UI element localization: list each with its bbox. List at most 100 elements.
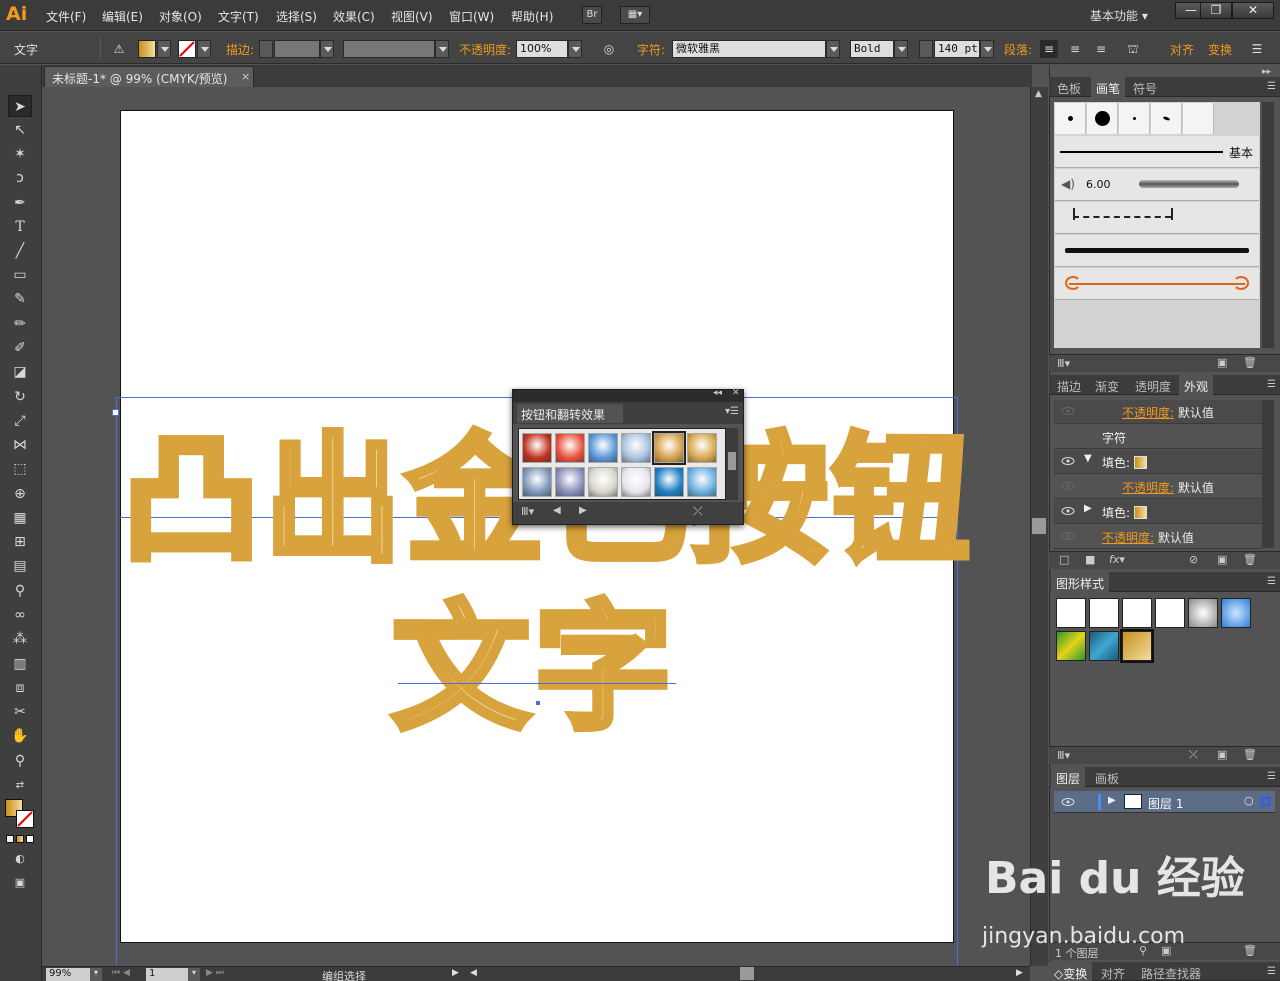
line-tool-icon[interactable]: ╱ [8, 240, 32, 262]
panel-titlebar[interactable]: ◂◂ ✕ [513, 388, 743, 402]
paragraph-label[interactable]: 段落: [1004, 41, 1032, 58]
color-mode-button[interactable] [6, 835, 14, 843]
scroll-right-icon[interactable]: ▶ [1016, 968, 1023, 978]
artboard-number-field[interactable]: 1 [146, 968, 188, 981]
tab-brushes[interactable]: 画笔 [1091, 77, 1126, 97]
expand-triangle-icon[interactable]: ▶ [1084, 503, 1092, 514]
perspective-grid-tool-icon[interactable]: ▦ [8, 507, 32, 529]
close-button[interactable]: ✕ [1232, 2, 1274, 19]
opacity-link[interactable]: 不透明度: [1102, 531, 1154, 545]
eye-icon[interactable] [1061, 456, 1075, 466]
brush-library-menu-icon[interactable]: Ⅲ▾ [1057, 357, 1070, 370]
appearance-row-fill-opacity[interactable]: 不透明度: 默认值 [1054, 475, 1262, 499]
panel-menu-icon[interactable]: ☰ [1267, 81, 1276, 92]
transform-link[interactable]: 变换 [1208, 41, 1232, 58]
rollover-style-swatch[interactable] [522, 467, 552, 497]
artwork-text-line-2[interactable]: 文字 [389, 556, 676, 756]
tab-align[interactable]: 对齐 [1101, 965, 1125, 981]
profile-dropdown[interactable] [435, 40, 449, 58]
none-mode-button[interactable] [26, 835, 34, 843]
type-tool-icon[interactable]: T [8, 216, 32, 238]
style-green-pattern[interactable] [1056, 631, 1086, 661]
free-transform-tool-icon[interactable]: ⬚ [8, 458, 32, 480]
brush-scroll-ornament[interactable] [1055, 268, 1259, 300]
panel-scroll-thumb[interactable] [728, 452, 736, 470]
brush-dot-tiny[interactable] [1119, 103, 1150, 134]
stroke-weight-stepper[interactable] [259, 40, 273, 58]
rotate-tool-icon[interactable]: ↻ [8, 386, 32, 408]
menu-help[interactable]: 帮助(H) [511, 8, 553, 25]
style-default-cmyk[interactable] [1089, 598, 1119, 628]
tab-transparency[interactable]: 透明度 [1135, 378, 1171, 395]
workspace-switcher[interactable]: 基本功能 ▾ [1090, 7, 1148, 24]
appearance-row-object-opacity[interactable]: 不透明度: 默认值 [1054, 525, 1262, 549]
rollover-style-swatch[interactable] [522, 433, 552, 463]
eye-icon[interactable] [1061, 797, 1075, 807]
envelope-icon[interactable]: ⛫ [1124, 40, 1142, 58]
tab-artboards[interactable]: 画板 [1095, 770, 1119, 787]
paintbrush-tool-icon[interactable]: ✎ [8, 288, 32, 310]
opacity-field[interactable]: 100% [516, 40, 568, 58]
align-center-icon[interactable]: ≡ [1066, 40, 1084, 58]
tab-swatches[interactable]: 色板 [1057, 80, 1081, 97]
vertical-scroll-thumb[interactable] [1032, 518, 1046, 534]
layer-name[interactable]: 图层 1 [1148, 795, 1183, 812]
stroke-label[interactable]: 描边: [226, 41, 254, 58]
style-soft-shadow[interactable] [1188, 598, 1218, 628]
panel-menu-icon[interactable]: ☰ [1267, 379, 1276, 390]
brush-rough[interactable] [1055, 235, 1259, 267]
menu-file[interactable]: 文件(F) [46, 8, 86, 25]
clear-appearance-icon[interactable]: ⊘ [1189, 553, 1198, 566]
rollover-style-swatch[interactable] [588, 467, 618, 497]
tab-appearance[interactable]: 外观 [1179, 375, 1214, 395]
panel-scrollbar[interactable] [726, 428, 738, 500]
first-page-icon[interactable]: ⏮ ◀ [112, 968, 130, 978]
appearance-scrollbar[interactable] [1262, 400, 1274, 548]
font-family-dropdown[interactable] [826, 40, 840, 58]
symbol-sprayer-tool-icon[interactable]: ⁂ [8, 628, 32, 650]
style-overlay[interactable] [1155, 598, 1185, 628]
add-stroke-icon[interactable]: □ [1059, 553, 1069, 566]
style-blue-button[interactable] [1221, 598, 1251, 628]
delete-item-icon[interactable]: 🗑 [1243, 553, 1257, 566]
eye-icon[interactable] [1061, 481, 1075, 491]
panel-menu-icon[interactable]: ▾☰ [725, 406, 739, 417]
fill-gradient-swatch[interactable] [1133, 506, 1147, 519]
rollover-style-swatch[interactable] [652, 431, 686, 465]
horizontal-scroll-thumb[interactable] [740, 967, 754, 980]
selection-handle[interactable] [112, 409, 119, 416]
tab-close-icon[interactable]: × [241, 70, 250, 83]
style-default[interactable] [1056, 598, 1086, 628]
delete-brush-icon[interactable]: 🗑 [1243, 356, 1257, 369]
delete-style-icon[interactable]: 🗑 [1243, 748, 1257, 761]
target-circle-icon[interactable]: ○ [1244, 794, 1254, 807]
fill-gradient-swatch[interactable] [1133, 456, 1147, 469]
style-blue-pattern[interactable] [1089, 631, 1119, 661]
menu-select[interactable]: 选择(S) [276, 8, 317, 25]
align-left-icon[interactable]: ≡ [1040, 40, 1058, 58]
blob-brush-tool-icon[interactable]: ✐ [8, 337, 32, 359]
recolor-icon[interactable]: ◎ [600, 40, 618, 58]
bridge-button[interactable]: Br [582, 6, 602, 24]
style-gold-selected[interactable] [1120, 629, 1154, 663]
magic-wand-tool-icon[interactable]: ✶ [8, 143, 32, 165]
collapse-triangle-icon[interactable]: ▼ [1084, 453, 1092, 464]
align-right-icon[interactable]: ≡ [1092, 40, 1110, 58]
status-text[interactable]: 编组选择 [322, 968, 366, 981]
gradient-mode-button[interactable] [16, 835, 24, 843]
stroke-weight-field[interactable] [274, 40, 320, 58]
menu-effect[interactable]: 效果(C) [333, 8, 375, 25]
opacity-link[interactable]: 不透明度: [1122, 406, 1174, 420]
tab-stroke[interactable]: 描边 [1057, 378, 1081, 395]
stroke-dropdown[interactable] [197, 40, 211, 58]
brush-charcoal[interactable]: ◀) 6.00 [1055, 169, 1259, 201]
blend-tool-icon[interactable]: ∞ [8, 604, 32, 626]
previous-library-icon[interactable]: ◀ [553, 505, 561, 516]
panel-menu-icon[interactable]: ☰ [1267, 966, 1276, 977]
tab-graphic-styles[interactable]: 图形样式 [1051, 572, 1110, 592]
selection-square-icon[interactable] [1261, 797, 1270, 806]
status-menu-icon[interactable]: ▶ [452, 968, 459, 978]
add-fill-icon[interactable]: ■ [1085, 553, 1095, 566]
rollover-style-swatch[interactable] [588, 433, 618, 463]
delete-layer-icon[interactable]: 🗑 [1243, 944, 1257, 957]
